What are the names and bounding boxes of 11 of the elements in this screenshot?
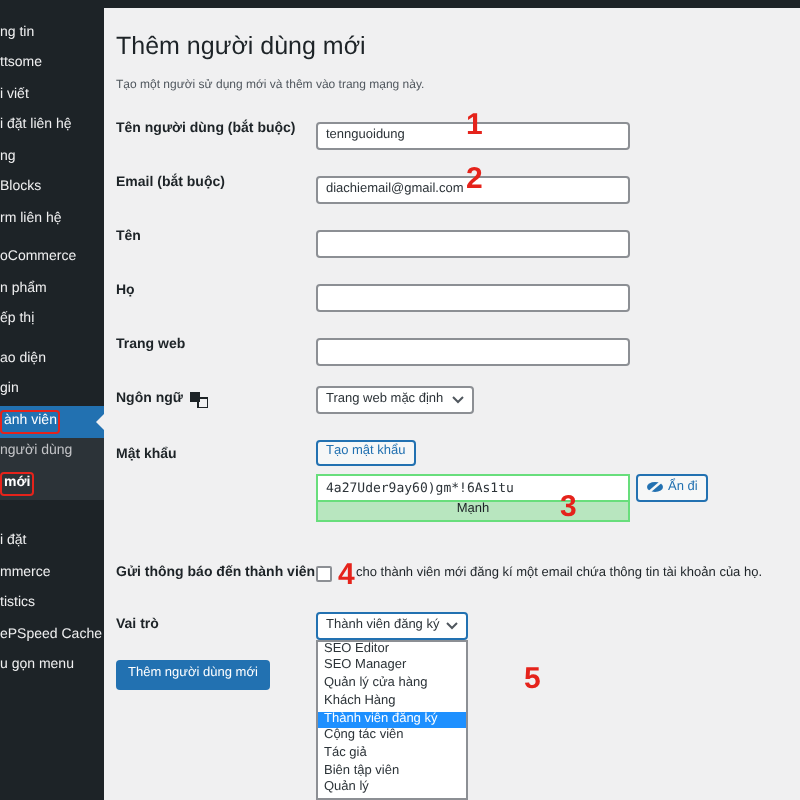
annotation-number: 5	[524, 663, 541, 694]
text-input[interactable]	[316, 337, 630, 366]
translate-icon	[190, 392, 209, 409]
checkbox[interactable]	[316, 565, 332, 582]
page-title: Thêm người dùng mới	[116, 30, 368, 64]
annotation-number: 4	[338, 559, 355, 590]
text-input[interactable]	[316, 229, 630, 258]
eye-slash-icon	[646, 480, 664, 495]
chevron-down-icon	[446, 621, 458, 630]
chevron-down-icon	[452, 396, 464, 405]
text-input[interactable]	[316, 283, 630, 312]
